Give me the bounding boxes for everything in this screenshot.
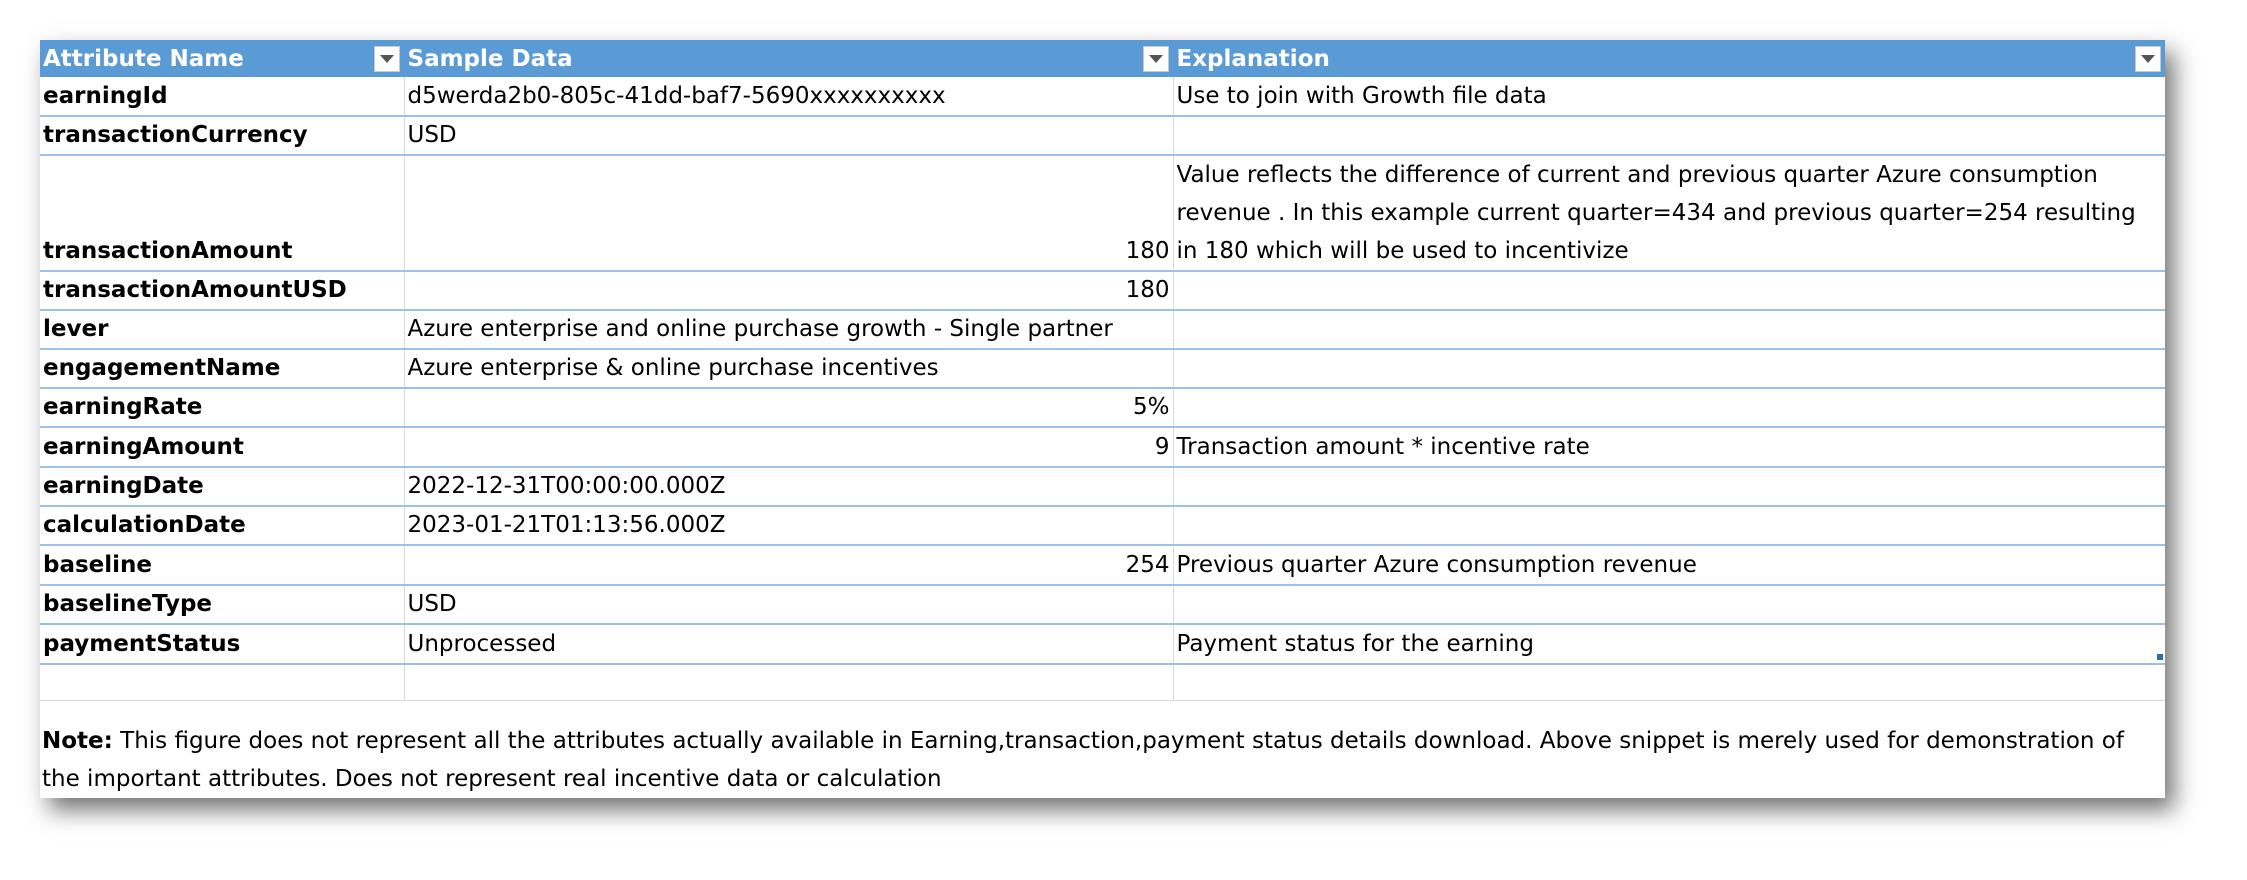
cell-sample[interactable]: Azure enterprise & online purchase incen… — [404, 349, 1174, 389]
header-attribute-name-label: Attribute Name — [43, 45, 244, 72]
table-row: earningAmount 9 Transaction amount * inc… — [40, 427, 2165, 468]
cell-sample[interactable]: 254 — [404, 545, 1174, 586]
cell-attribute[interactable]: transactionAmount — [40, 155, 405, 272]
table-row: paymentStatus Unprocessed Payment status… — [40, 624, 2165, 665]
cell-attribute[interactable]: transactionCurrency — [40, 116, 405, 156]
header-explanation: Explanation — [1173, 40, 2165, 77]
note-paragraph: Note: This figure does not represent all… — [42, 722, 2162, 798]
cell-attribute[interactable]: earningDate — [40, 467, 405, 507]
table-row: baseline 254 Previous quarter Azure cons… — [40, 545, 2165, 586]
table-row: engagementName Azure enterprise & online… — [40, 349, 2165, 389]
chevron-down-icon — [379, 55, 394, 63]
cell-sample[interactable]: 9 — [404, 427, 1174, 468]
empty-cell[interactable] — [404, 664, 1174, 701]
note-label: Note: — [42, 728, 113, 754]
cell-attribute[interactable]: calculationDate — [40, 506, 405, 546]
cell-sample[interactable]: 180 — [404, 155, 1174, 272]
cell-explanation[interactable]: Value reflects the difference of current… — [1173, 155, 2165, 272]
cell-sample[interactable]: 5% — [404, 388, 1174, 428]
cell-attribute[interactable]: baseline — [40, 545, 405, 586]
empty-cell[interactable] — [1173, 664, 2165, 701]
table-row: transactionAmountUSD 180 — [40, 271, 2165, 311]
cell-explanation[interactable] — [1173, 349, 2165, 389]
cell-explanation[interactable]: Payment status for the earning — [1173, 624, 2165, 665]
header-sample-data: Sample Data — [404, 40, 1174, 77]
header-row: Attribute Name Sample Data Explanation — [40, 40, 2165, 77]
cell-explanation[interactable] — [1173, 271, 2165, 311]
filter-dropdown-explanation[interactable] — [2134, 46, 2161, 72]
filter-dropdown-attribute-name[interactable] — [373, 46, 400, 72]
cell-attribute[interactable]: earningRate — [40, 388, 405, 428]
table-row: transactionCurrency USD — [40, 116, 2165, 156]
cell-attribute[interactable]: earningAmount — [40, 427, 405, 468]
cell-sample[interactable]: Azure enterprise and online purchase gro… — [404, 310, 1174, 350]
cell-explanation[interactable] — [1173, 116, 2165, 156]
header-sample-data-label: Sample Data — [407, 45, 573, 72]
cell-explanation[interactable] — [1173, 467, 2165, 507]
table-row: baselineType USD — [40, 585, 2165, 625]
table-row: earningDate 2022-12-31T00:00:00.000Z — [40, 467, 2165, 507]
cell-sample[interactable]: d5werda2b0-805c-41dd-baf7-5690xxxxxxxxxx — [404, 77, 1174, 117]
cell-attribute[interactable]: earningId — [40, 77, 405, 117]
chevron-down-icon — [2140, 55, 2155, 63]
cell-sample[interactable]: Unprocessed — [404, 624, 1174, 665]
cell-sample[interactable]: 180 — [404, 271, 1174, 311]
table-row: lever Azure enterprise and online purcha… — [40, 310, 2165, 350]
cell-explanation[interactable] — [1173, 585, 2165, 625]
header-explanation-label: Explanation — [1176, 45, 1330, 72]
cell-explanation[interactable] — [1173, 310, 2165, 350]
table-row: transactionAmount 180 Value reflects the… — [40, 155, 2165, 272]
note-text: This figure does not represent all the a… — [42, 728, 2124, 792]
table-row: earningRate 5% — [40, 388, 2165, 428]
header-attribute-name: Attribute Name — [40, 40, 405, 77]
filter-dropdown-sample-data[interactable] — [1142, 46, 1169, 72]
attribute-table: Attribute Name Sample Data Explanation e… — [40, 40, 2165, 701]
table-row: earningId d5werda2b0-805c-41dd-baf7-5690… — [40, 77, 2165, 117]
empty-cell[interactable] — [40, 664, 405, 701]
spreadsheet-snippet: Attribute Name Sample Data Explanation e… — [40, 40, 2165, 798]
cell-attribute[interactable]: lever — [40, 310, 405, 350]
cell-explanation[interactable]: Transaction amount * incentive rate — [1173, 427, 2165, 468]
cell-sample[interactable]: USD — [404, 585, 1174, 625]
cell-sample[interactable]: 2023-01-21T01:13:56.000Z — [404, 506, 1174, 546]
cell-explanation[interactable]: Previous quarter Azure consumption reven… — [1173, 545, 2165, 586]
empty-row — [40, 664, 2165, 701]
cell-sample[interactable]: 2022-12-31T00:00:00.000Z — [404, 467, 1174, 507]
cell-explanation[interactable]: Use to join with Growth file data — [1173, 77, 2165, 117]
cell-attribute[interactable]: paymentStatus — [40, 624, 405, 665]
chevron-down-icon — [1148, 55, 1163, 63]
cell-explanation[interactable] — [1173, 388, 2165, 428]
cell-sample[interactable]: USD — [404, 116, 1174, 156]
table-resize-handle[interactable] — [2157, 654, 2163, 660]
cell-attribute[interactable]: engagementName — [40, 349, 405, 389]
table-row: calculationDate 2023-01-21T01:13:56.000Z — [40, 506, 2165, 546]
cell-explanation[interactable] — [1173, 506, 2165, 546]
cell-attribute[interactable]: baselineType — [40, 585, 405, 625]
cell-attribute[interactable]: transactionAmountUSD — [40, 271, 405, 311]
